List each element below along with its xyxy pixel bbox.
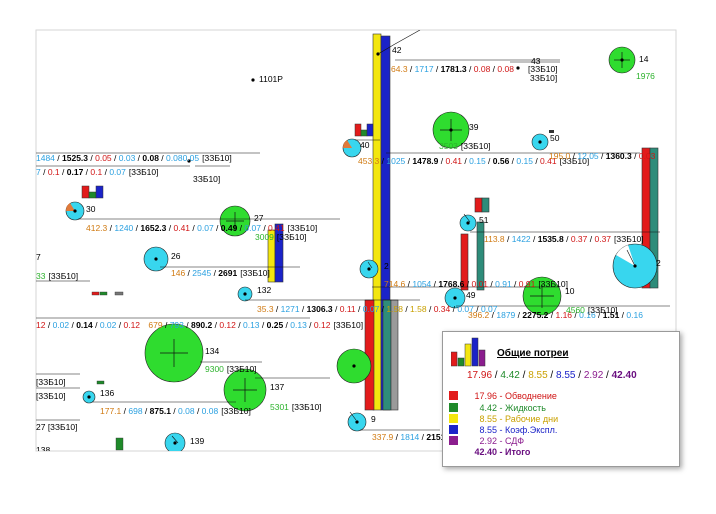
legend-item-koef: 8.55 - Коэф.Экспл.: [449, 425, 557, 436]
bar-blue-30: [95, 185, 104, 199]
label-data-2: 714.6 / 1054 / 1768.6 / 0.01 / 0.91 / 0.…: [384, 279, 568, 289]
label-node-14: 14: [639, 54, 649, 64]
legend-title: Общие потреи: [497, 348, 569, 359]
label-data-39: 3503 [3ЗБ10]: [439, 141, 491, 151]
label-tag-136-b: [3ЗБ10]: [36, 391, 66, 401]
label-data-26: 146 / 2545 / 2691 [3ЗБ10]: [171, 268, 270, 278]
label-data-136: 177.1 / 698 / 875.1 / 0.08 / 0.08 [3ЗБ10]: [100, 406, 251, 416]
legend-item-sdf: 2.92 - СДФ: [449, 436, 524, 447]
label-node-139: 139: [190, 436, 204, 446]
label-tag-136-a: [3ЗБ10]: [36, 377, 66, 387]
bar-gray-small: [114, 291, 124, 296]
label-node-50: 50: [550, 133, 560, 143]
legend-summary: 17.96 / 4.42 / 8.55 / 8.55 / 2.92 / 42.4…: [467, 370, 637, 381]
label-node-49: 49: [466, 290, 476, 300]
label-node-27: 27: [254, 213, 264, 223]
label-data-top-left-2: 7 / 0.1 / 0.17 / 0.1 / 0.07 [3ЗБ10]: [36, 167, 158, 177]
bar-teal-node9: [382, 299, 392, 411]
label-node-134: 134: [205, 346, 219, 356]
label-data-50: 195.0 / 12.05 / 1360.3 / 0.03: [549, 151, 656, 161]
label-node-136: 136: [100, 388, 114, 398]
label-data-137: 5301 [3ЗБ10]: [270, 402, 322, 412]
legend-swatch-yellow: [449, 414, 458, 423]
bar-red-40: [354, 123, 362, 137]
bar-teal-51-top: [481, 197, 490, 213]
label-data-9: 337.9 / 1814 / 2151.9: [372, 432, 453, 442]
legend-panel[interactable]: Общие потреи 17.96 / 4.42 / 8.55 / 8.55 …: [442, 331, 680, 467]
bar-green-30: [88, 191, 97, 199]
label-data-10: 4560 [3ЗБ10]: [566, 305, 618, 315]
legend-swatch-blue: [449, 425, 458, 434]
legend-swatch-red: [449, 391, 458, 400]
label-node-7: 7: [36, 252, 41, 262]
label-node-39: 39: [469, 122, 479, 132]
label-node-132: 132: [257, 285, 271, 295]
legend-item-rabochie-dni: 8.55 - Рабочие дни: [449, 414, 558, 425]
bar-red-51-top: [474, 197, 483, 213]
label-data-top-left: 1484 / 1525.3 / 0.05 / 0.03 / 0.08 / 0.0…: [36, 153, 232, 163]
label-tag-left: 3ЗБ10]: [193, 174, 220, 184]
bar-gray-node9: [390, 299, 399, 411]
legend-bars-icon: [451, 337, 486, 367]
bar-green-small: [99, 291, 108, 296]
label-data-134: 9300 [3ЗБ10]: [205, 364, 257, 374]
label-data-132: 35.3 / 1271 / 1306.3 / 0.11 / 0.07 / 1.5…: [257, 304, 498, 314]
label-node-9: 9: [371, 414, 376, 424]
bar-green-136: [96, 380, 105, 385]
legend-item-obvodnenie: 17.96 - Обводнение: [449, 391, 557, 402]
label-tag-43: 3ЗБ10]: [530, 73, 557, 83]
label-node-40: 40: [360, 140, 370, 150]
legend-item-total: 42.40 - Итого: [474, 447, 531, 457]
label-data-row: 12 / 0.02 / 0.14 / 0.02 / 0.12 679 / 793…: [36, 320, 363, 330]
bar-red-small: [91, 291, 100, 296]
label-node-30: 30: [86, 204, 96, 214]
bar-green-40: [360, 129, 368, 137]
label-data-14: 1976: [636, 71, 655, 81]
label-data-43: 64.3 / 1717 / 1781.3 / 0.08 / 0.08: [391, 64, 514, 74]
label-node-42: 42: [392, 45, 402, 55]
bar-blue-40: [366, 123, 374, 137]
bar-red-30: [81, 185, 90, 199]
label-node-2-right: 2: [656, 258, 661, 268]
legend-swatch-green: [449, 403, 458, 412]
bar-green-139: [115, 437, 124, 451]
legend-item-zhidkost: 4.42 - Жидкость: [449, 403, 546, 414]
label-node-2: 2: [384, 261, 389, 271]
label-node-51: 51: [479, 215, 489, 225]
label-tag-27b: 27 [3ЗБ10]: [36, 422, 77, 432]
label-node-26: 26: [171, 251, 181, 261]
label-data-27: 3009 [3ЗБ10]: [255, 232, 307, 242]
legend-swatch-purple: [449, 436, 458, 445]
label-data-7: 33 [3ЗБ10]: [36, 271, 78, 281]
label-node-138: 138: [36, 445, 50, 455]
label-node-1101: 1101P: [259, 74, 283, 84]
label-data-51: 113.8 / 1422 / 1535.8 / 0.37 / 0.37 [3ЗБ1…: [484, 234, 644, 244]
label-node-137: 137: [270, 382, 284, 392]
